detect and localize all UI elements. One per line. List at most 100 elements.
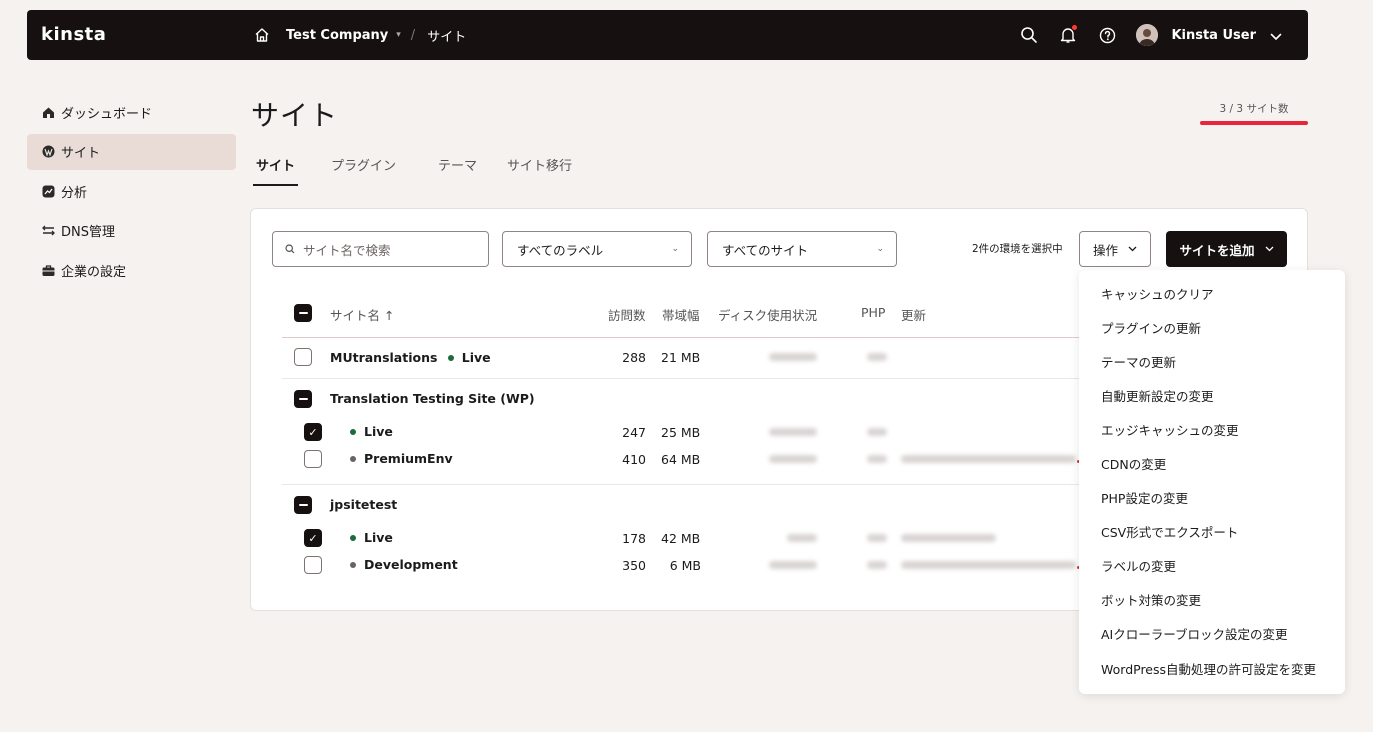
live-status-dot: [350, 534, 356, 541]
disk-usage-blurred: [787, 534, 817, 542]
column-header-visits[interactable]: 訪問数: [608, 305, 646, 324]
menu-item-labels[interactable]: ラベルの変更: [1079, 549, 1345, 583]
visits-value: 410: [622, 452, 646, 467]
select-all-checkbox[interactable]: [294, 304, 312, 322]
menu-item-update-themes[interactable]: テーマの更新: [1079, 344, 1345, 378]
menu-item-ai-crawler-block[interactable]: AIクローラーブロック設定の変更: [1079, 617, 1345, 651]
site-filter-select[interactable]: すべてのサイト ⌄: [707, 231, 897, 267]
updates-blurred: [901, 455, 1076, 463]
chevron-down-icon: [1265, 246, 1273, 252]
site-checkbox[interactable]: [294, 348, 312, 366]
sidebar-item-label: DNS管理: [61, 225, 115, 240]
menu-item-update-plugins[interactable]: プラグインの更新: [1079, 310, 1345, 344]
site-group-checkbox[interactable]: [294, 496, 312, 514]
site-name[interactable]: MUtranslations Live: [330, 350, 491, 365]
briefcase-icon: [41, 263, 55, 277]
disk-usage-blurred: [769, 455, 817, 463]
env-label: Development: [364, 557, 458, 572]
site-name[interactable]: Translation Testing Site (WP): [330, 391, 535, 406]
bandwidth-value: 6 MB: [669, 558, 701, 573]
column-header-name[interactable]: サイト名 ↑: [330, 305, 394, 324]
menu-item-cdn[interactable]: CDNの変更: [1079, 446, 1345, 480]
disk-usage-blurred: [769, 428, 817, 436]
menu-item-bot-protection[interactable]: ボット対策の変更: [1079, 583, 1345, 617]
menu-item-php-settings[interactable]: PHP設定の変更: [1079, 481, 1345, 515]
bandwidth-value: 42 MB: [661, 531, 701, 546]
bandwidth-value: 64 MB: [661, 452, 701, 467]
menu-item-wordpress-automation[interactable]: WordPress自動処理の許可設定を変更: [1079, 651, 1345, 685]
help-icon[interactable]: [1097, 25, 1117, 45]
actions-dropdown-menu: キャッシュのクリア プラグインの更新 テーマの更新 自動更新設定の変更 エッジキ…: [1079, 270, 1345, 694]
site-group-checkbox[interactable]: [294, 390, 312, 408]
tab-sites[interactable]: サイト: [253, 155, 299, 186]
env-status-dot: [350, 561, 356, 568]
actions-button[interactable]: 操作: [1079, 231, 1151, 267]
topbar-actions: Kinsta User: [1019, 10, 1308, 60]
avatar[interactable]: [1136, 24, 1159, 46]
bandwidth-value: 21 MB: [661, 350, 701, 365]
company-switcher[interactable]: Test Company: [286, 28, 388, 43]
updates-blurred: [901, 561, 1076, 569]
tab-site-migration[interactable]: サイト移行: [507, 155, 572, 186]
env-name[interactable]: Live: [350, 530, 393, 545]
chevron-down-icon[interactable]: ▾: [396, 30, 401, 40]
chart-icon: [41, 184, 55, 198]
add-site-button[interactable]: サイトを追加: [1166, 231, 1287, 267]
env-name[interactable]: Live: [350, 424, 393, 439]
env-checkbox[interactable]: ✓: [304, 423, 322, 441]
sidebar-item-label: 分析: [61, 185, 88, 201]
tab-bar: サイト プラグイン テーマ サイト移行: [253, 155, 605, 186]
search-icon[interactable]: [1019, 25, 1039, 45]
wordpress-icon: [41, 145, 55, 159]
chevron-down-icon[interactable]: [1270, 26, 1282, 45]
notification-dot: [1072, 25, 1078, 30]
env-label: PremiumEnv: [364, 451, 453, 466]
user-name[interactable]: Kinsta User: [1171, 28, 1256, 43]
site-count: 3 / 3 サイト数: [1219, 103, 1289, 115]
sidebar-item-dashboard[interactable]: ダッシュボード: [27, 94, 236, 130]
env-status-dot: [350, 455, 356, 462]
php-version-blurred: [867, 428, 887, 436]
env-name[interactable]: PremiumEnv: [350, 451, 453, 466]
menu-item-clear-cache[interactable]: キャッシュのクリア: [1079, 276, 1345, 310]
page-title: サイト: [251, 99, 339, 132]
env-label: Live: [364, 424, 393, 439]
breadcrumb-separator: /: [410, 27, 416, 43]
env-name[interactable]: Development: [350, 557, 458, 572]
sidebar-item-label: サイト: [61, 146, 101, 161]
site-name[interactable]: jpsitetest: [330, 497, 397, 512]
env-checkbox[interactable]: [304, 556, 322, 574]
selection-count: 2件の環境を選択中: [972, 243, 1063, 255]
column-header-disk[interactable]: ディスク使用状況: [718, 305, 817, 324]
home-icon: [41, 105, 55, 119]
disk-usage-blurred: [769, 561, 817, 569]
tab-plugins[interactable]: プラグイン: [331, 155, 396, 186]
column-header-bandwidth[interactable]: 帯域幅: [662, 305, 700, 324]
env-checkbox[interactable]: ✓: [304, 529, 322, 547]
kinsta-logo[interactable]: kinsta: [41, 24, 106, 45]
site-filter-value: すべてのサイト: [722, 242, 809, 258]
search-input[interactable]: サイト名で検索: [272, 231, 489, 267]
sidebar-item-analytics[interactable]: 分析: [27, 173, 236, 209]
home-icon[interactable]: [254, 27, 270, 43]
add-site-label: サイトを追加: [1179, 242, 1255, 258]
dns-icon: [41, 224, 55, 238]
sidebar-item-dns[interactable]: DNS管理: [27, 213, 236, 249]
tab-themes[interactable]: テーマ: [438, 155, 477, 186]
top-navigation-bar: kinsta Test Company ▾ / サイト Kinsta User: [27, 10, 1308, 60]
chevron-down-icon: ⌄: [671, 244, 679, 254]
sidebar-item-company-settings[interactable]: 企業の設定: [27, 252, 236, 288]
php-version-blurred: [867, 353, 887, 361]
label-filter-value: すべてのラベル: [517, 242, 604, 258]
menu-item-csv-export[interactable]: CSV形式でエクスポート: [1079, 515, 1345, 549]
menu-item-edge-caching[interactable]: エッジキャッシュの変更: [1079, 412, 1345, 446]
env-checkbox[interactable]: [304, 450, 322, 468]
label-filter-select[interactable]: すべてのラベル ⌄: [502, 231, 692, 267]
menu-item-auto-update-settings[interactable]: 自動更新設定の変更: [1079, 378, 1345, 412]
bell-icon[interactable]: [1058, 25, 1078, 45]
sidebar-item-label: 企業の設定: [61, 264, 127, 280]
column-header-php[interactable]: PHP: [861, 305, 885, 320]
actions-label: 操作: [1092, 242, 1118, 258]
sidebar-item-sites[interactable]: サイト: [27, 133, 236, 170]
sidebar-item-label: ダッシュボード: [61, 106, 153, 122]
